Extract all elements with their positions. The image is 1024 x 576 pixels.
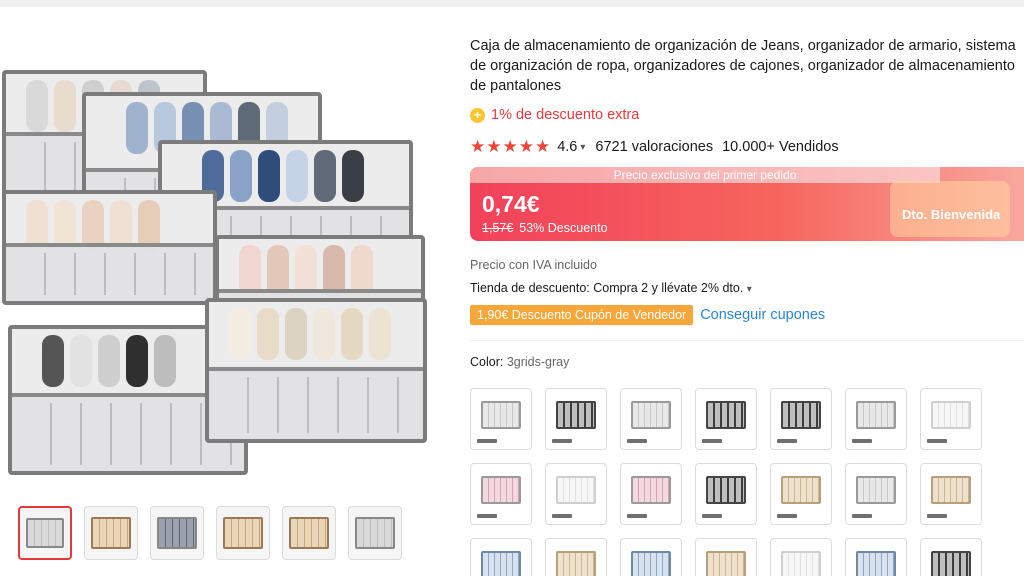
main-product-image[interactable] — [0, 40, 440, 480]
color-swatch[interactable] — [545, 388, 607, 450]
color-swatch[interactable] — [620, 538, 682, 576]
organizer-box — [205, 298, 427, 443]
color-swatch[interactable] — [470, 538, 532, 576]
color-swatch[interactable] — [695, 388, 757, 450]
reviews-count[interactable]: 6721 valoraciones — [595, 139, 713, 155]
color-swatch[interactable] — [845, 538, 907, 576]
coin-icon: + — [470, 107, 485, 123]
color-swatch[interactable] — [620, 388, 682, 450]
extra-discount-text: 1% de descuento extra — [491, 107, 640, 123]
thumbnail-5[interactable] — [282, 506, 336, 560]
color-swatch[interactable] — [545, 538, 607, 576]
color-swatch[interactable] — [695, 463, 757, 525]
sold-count: 10.000+ Vendidos — [722, 139, 839, 155]
color-swatch[interactable] — [545, 463, 607, 525]
welcome-discount-label: Dto. Bienvenida — [902, 207, 1001, 222]
color-swatch[interactable] — [920, 538, 982, 576]
vat-note: Precio con IVA incluido — [470, 258, 597, 272]
thumbnail-strip — [18, 506, 402, 560]
chevron-down-icon[interactable]: ▾ — [747, 284, 752, 295]
color-swatch-grid — [470, 388, 1000, 576]
thumbnail-4[interactable] — [216, 506, 270, 560]
rating-row: ★★★★★ 4.6 ▾ 6721 valoraciones 10.000+ Ve… — [470, 137, 1024, 157]
color-swatch[interactable] — [695, 538, 757, 576]
organizer-box — [2, 190, 217, 305]
thumbnail-3[interactable] — [150, 506, 204, 560]
color-swatch[interactable] — [770, 463, 832, 525]
color-swatch[interactable] — [470, 388, 532, 450]
extra-discount: + 1% de descuento extra — [470, 107, 1024, 123]
divider — [470, 340, 1024, 341]
color-swatch[interactable] — [470, 463, 532, 525]
color-swatch[interactable] — [845, 388, 907, 450]
discount-percent: 53% Descuento — [519, 221, 608, 235]
color-swatch[interactable] — [770, 538, 832, 576]
thumbnail-6[interactable] — [348, 506, 402, 560]
seller-coupon-tag: 1,90€ Descuento Cupón de Vendedor — [470, 305, 694, 325]
rating-value[interactable]: 4.6 — [557, 139, 577, 155]
chevron-down-icon[interactable]: ▾ — [580, 142, 585, 153]
color-swatch[interactable] — [620, 463, 682, 525]
top-strip — [0, 0, 1024, 7]
original-price-row: 1,57€ 53% Descuento — [482, 221, 608, 235]
star-rating-icon: ★★★★★ — [470, 137, 552, 156]
store-discount-text[interactable]: Tienda de descuento: Compra 2 y llévate … — [470, 281, 743, 295]
color-swatch[interactable] — [920, 388, 982, 450]
color-label: Color: — [470, 355, 504, 369]
current-price: 0,74€ — [482, 191, 540, 217]
product-info: Caja de almacenamiento de organización d… — [470, 36, 1024, 369]
first-order-banner: Precio exclusivo del primer pedido — [470, 167, 940, 183]
price-banner: Precio exclusivo del primer pedido 0,74€… — [470, 167, 1024, 241]
thumbnail-1[interactable] — [18, 506, 72, 560]
color-swatch[interactable] — [770, 388, 832, 450]
color-swatch[interactable] — [920, 463, 982, 525]
original-price: 1,57€ — [482, 221, 514, 235]
color-swatch[interactable] — [845, 463, 907, 525]
coupon-row: 1,90€ Descuento Cupón de Vendedor Conseg… — [470, 305, 1024, 325]
thumbnail-2[interactable] — [84, 506, 138, 560]
product-title: Caja de almacenamiento de organización d… — [470, 38, 1016, 94]
color-value: 3grids-gray — [506, 355, 570, 369]
color-label-row: Color: 3grids-gray — [470, 355, 1024, 369]
store-discount[interactable]: Tienda de descuento: Compra 2 y llévate … — [470, 281, 1024, 295]
get-coupons-link[interactable]: Conseguir cupones — [700, 307, 825, 323]
